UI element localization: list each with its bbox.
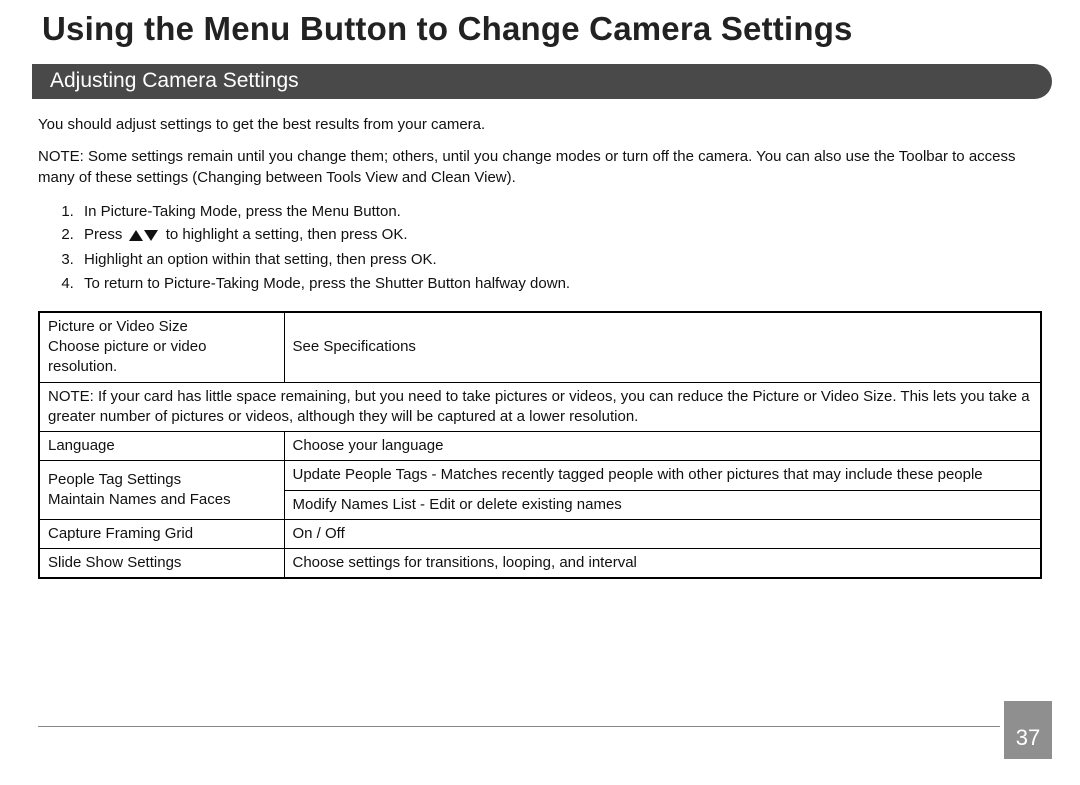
table-note-row: NOTE: If your card has little space rema…	[39, 382, 1041, 432]
setting-label: Picture or Video Size Choose picture or …	[39, 312, 284, 382]
setting-label-title: People Tag Settings	[48, 470, 276, 490]
setting-label-sub: Maintain Names and Faces	[48, 490, 276, 510]
step-2: Press to highlight a setting, then press…	[78, 223, 1042, 248]
footer-divider	[38, 726, 1000, 727]
setting-label: People Tag Settings Maintain Names and F…	[39, 461, 284, 520]
table-row: Picture or Video Size Choose picture or …	[39, 312, 1041, 382]
step-2-prefix: Press	[84, 226, 122, 243]
step-2-suffix: to highlight a setting, then press OK.	[166, 226, 408, 243]
setting-label-sub: Choose picture or video resolution.	[48, 337, 276, 378]
arrow-up-icon	[129, 230, 143, 241]
table-row: People Tag Settings Maintain Names and F…	[39, 461, 1041, 490]
table-note-text: NOTE: If your card has little space rema…	[39, 382, 1041, 432]
arrow-down-icon	[144, 230, 158, 241]
section-heading: Adjusting Camera Settings	[32, 64, 1052, 99]
up-down-arrow-icon	[129, 225, 158, 248]
table-row: Capture Framing Grid On / Off	[39, 519, 1041, 548]
setting-label: Slide Show Settings	[39, 549, 284, 579]
step-1: In Picture-Taking Mode, press the Menu B…	[78, 200, 1042, 223]
setting-label: Language	[39, 432, 284, 461]
setting-value: Modify Names List - Edit or delete exist…	[284, 490, 1041, 519]
settings-table: Picture or Video Size Choose picture or …	[38, 311, 1042, 580]
note-text: NOTE: Some settings remain until you cha…	[38, 147, 1042, 188]
setting-value: See Specifications	[284, 312, 1041, 382]
step-3: Highlight an option within that setting,…	[78, 248, 1042, 271]
table-row: Language Choose your language	[39, 432, 1041, 461]
setting-label: Capture Framing Grid	[39, 519, 284, 548]
setting-value: Update People Tags - Matches recently ta…	[284, 461, 1041, 490]
setting-label-title: Picture or Video Size	[48, 317, 276, 337]
setting-value: On / Off	[284, 519, 1041, 548]
table-row: Slide Show Settings Choose settings for …	[39, 549, 1041, 579]
intro-text: You should adjust settings to get the be…	[38, 115, 1042, 135]
page-number: 37	[1004, 701, 1052, 759]
page-title: Using the Menu Button to Change Camera S…	[42, 10, 1042, 48]
step-4: To return to Picture-Taking Mode, press …	[78, 272, 1042, 295]
setting-value: Choose your language	[284, 432, 1041, 461]
instruction-list: In Picture-Taking Mode, press the Menu B…	[38, 200, 1042, 295]
setting-value: Choose settings for transitions, looping…	[284, 549, 1041, 579]
manual-page: Using the Menu Button to Change Camera S…	[0, 0, 1080, 785]
